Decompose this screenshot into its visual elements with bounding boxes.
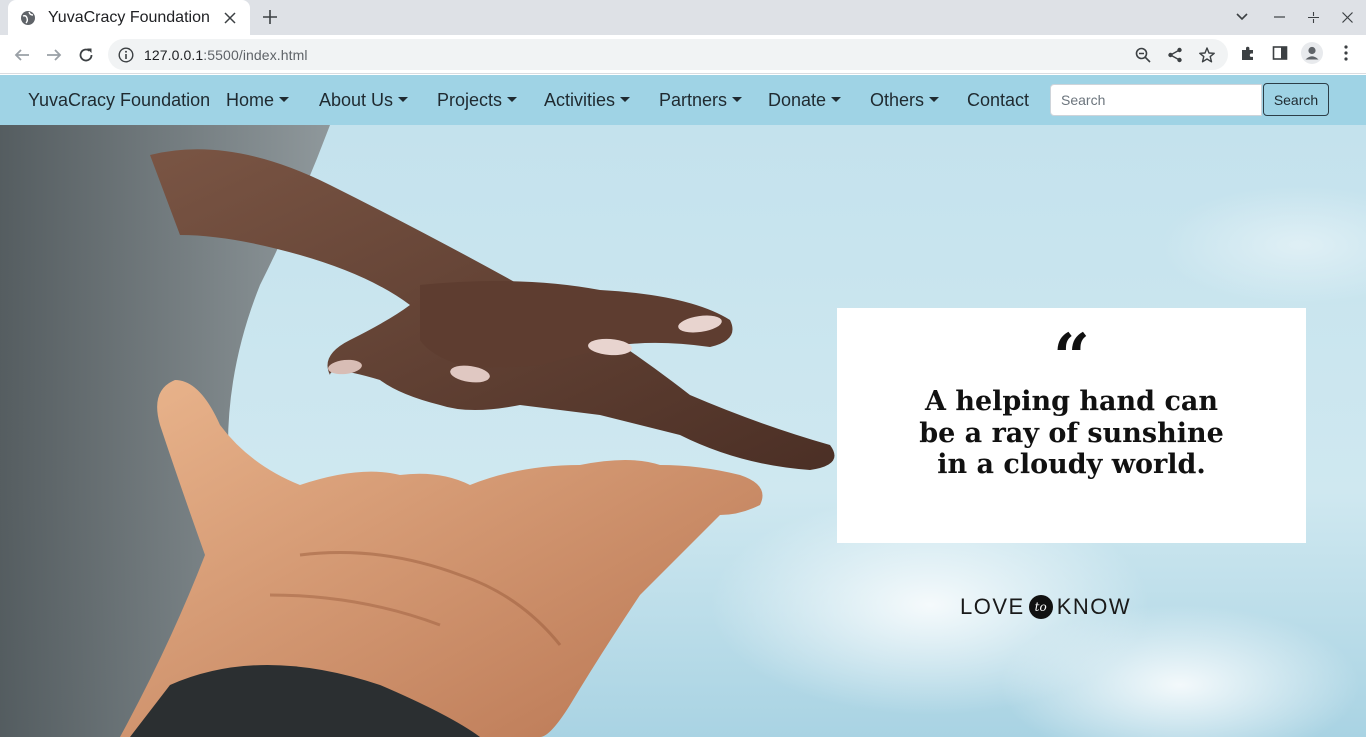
lovetoknow-logo: LOVE to KNOW bbox=[960, 594, 1132, 619]
nav-activities-dropdown[interactable]: Activities bbox=[544, 75, 631, 125]
caret-down-icon bbox=[279, 96, 290, 102]
minimize-icon[interactable] bbox=[1267, 5, 1291, 29]
nav-home-dropdown[interactable]: Home bbox=[226, 75, 290, 125]
new-tab-icon[interactable] bbox=[258, 5, 282, 29]
nav-label: Contact bbox=[967, 90, 1030, 110]
site-info-icon[interactable] bbox=[118, 46, 134, 63]
hero-banner: “ A helping hand can be a ray of sunshin… bbox=[0, 125, 1366, 737]
search-button[interactable]: Search bbox=[1263, 83, 1329, 116]
nav-about-us-dropdown[interactable]: About Us bbox=[319, 75, 409, 125]
browser-tab[interactable]: YuvaCracy Foundation bbox=[8, 0, 250, 35]
search-input[interactable] bbox=[1050, 84, 1262, 116]
brand-link[interactable]: YuvaCracy Foundation bbox=[28, 75, 210, 125]
side-panel-icon[interactable] bbox=[1268, 41, 1292, 65]
back-arrow-icon[interactable] bbox=[8, 41, 36, 69]
nav-contact-link[interactable]: Contact bbox=[967, 75, 1029, 125]
extensions-puzzle-icon[interactable] bbox=[1236, 41, 1260, 65]
forward-arrow-icon[interactable] bbox=[40, 41, 68, 69]
nav-partners-dropdown[interactable]: Partners bbox=[659, 75, 743, 125]
nav-label: Partners bbox=[659, 90, 728, 110]
nav-label: Others bbox=[870, 90, 925, 110]
nav-label: Projects bbox=[437, 90, 503, 110]
caret-down-icon bbox=[398, 96, 409, 102]
caret-down-icon bbox=[732, 96, 743, 102]
tab-search-chevron-icon[interactable] bbox=[1230, 5, 1254, 29]
nav-donate-dropdown[interactable]: Donate bbox=[768, 75, 842, 125]
browser-toolbar: 127.0.0.1:5500/index.html bbox=[0, 35, 1366, 74]
caret-down-icon bbox=[620, 96, 631, 102]
zoom-icon[interactable] bbox=[1132, 44, 1154, 66]
share-icon[interactable] bbox=[1164, 44, 1186, 66]
globe-icon bbox=[20, 10, 36, 26]
close-tab-icon[interactable] bbox=[220, 8, 240, 28]
caret-down-icon bbox=[507, 96, 518, 102]
reload-icon[interactable] bbox=[72, 41, 100, 69]
address-bar[interactable]: 127.0.0.1:5500/index.html bbox=[108, 39, 1228, 70]
browser-tab-strip: YuvaCracy Foundation bbox=[0, 0, 1366, 35]
nav-label: Activities bbox=[544, 90, 616, 110]
profile-avatar-icon[interactable] bbox=[1300, 41, 1324, 65]
nav-label: About Us bbox=[319, 90, 394, 110]
restore-icon[interactable] bbox=[1301, 5, 1325, 29]
tab-title: YuvaCracy Foundation bbox=[48, 8, 210, 26]
nav-label: Donate bbox=[768, 90, 827, 110]
nav-projects-dropdown[interactable]: Projects bbox=[437, 75, 518, 125]
browser-menu-icon[interactable] bbox=[1334, 41, 1358, 65]
nav-label: Home bbox=[226, 90, 275, 110]
quote-card: “ A helping hand can be a ray of sunshin… bbox=[837, 308, 1306, 543]
quote-text: A helping hand can be a ray of sunshine … bbox=[919, 386, 1224, 480]
site-navbar: YuvaCracy Foundation Home About Us Proje… bbox=[0, 75, 1366, 125]
caret-down-icon bbox=[831, 96, 842, 102]
caret-down-icon bbox=[929, 96, 940, 102]
quotation-mark-icon: “ bbox=[1053, 320, 1090, 395]
bookmark-star-icon[interactable] bbox=[1196, 44, 1218, 66]
nav-others-dropdown[interactable]: Others bbox=[870, 75, 940, 125]
close-window-icon[interactable] bbox=[1335, 5, 1359, 29]
url-text: 127.0.0.1:5500/index.html bbox=[144, 46, 308, 63]
